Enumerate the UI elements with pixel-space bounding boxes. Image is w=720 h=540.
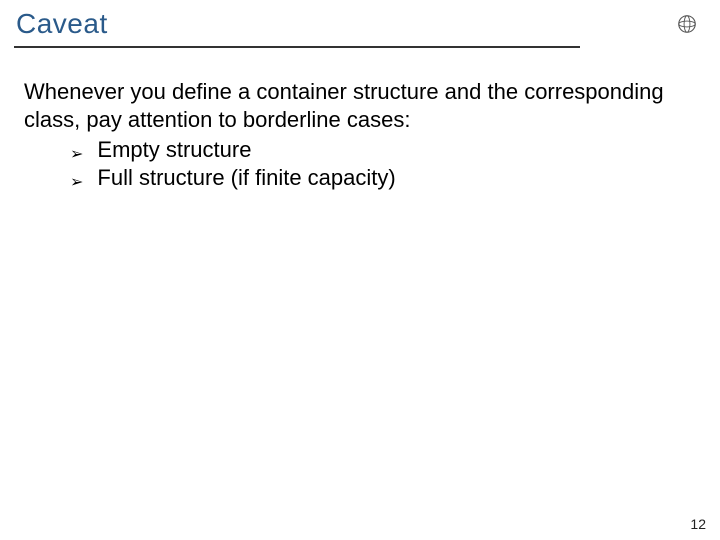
title-row: Caveat [16, 8, 704, 40]
list-item-label: Empty structure [97, 136, 251, 164]
list-item-label: Full structure (if finite capacity) [97, 164, 395, 192]
slide-title: Caveat [16, 8, 108, 40]
slide: Caveat Whenever you define a container s… [0, 0, 720, 540]
body-text: Whenever you define a container structur… [24, 78, 680, 193]
intro-paragraph: Whenever you define a container structur… [24, 78, 680, 134]
bullet-list: ➢ Empty structure ➢ Full structure (if f… [24, 136, 680, 192]
title-underline [14, 46, 580, 48]
chevron-right-icon: ➢ [70, 175, 83, 191]
page-number: 12 [690, 516, 706, 532]
chevron-right-icon: ➢ [70, 147, 83, 163]
sphere-logo-icon [676, 13, 698, 35]
list-item: ➢ Empty structure [70, 136, 680, 164]
list-item: ➢ Full structure (if finite capacity) [70, 164, 680, 192]
